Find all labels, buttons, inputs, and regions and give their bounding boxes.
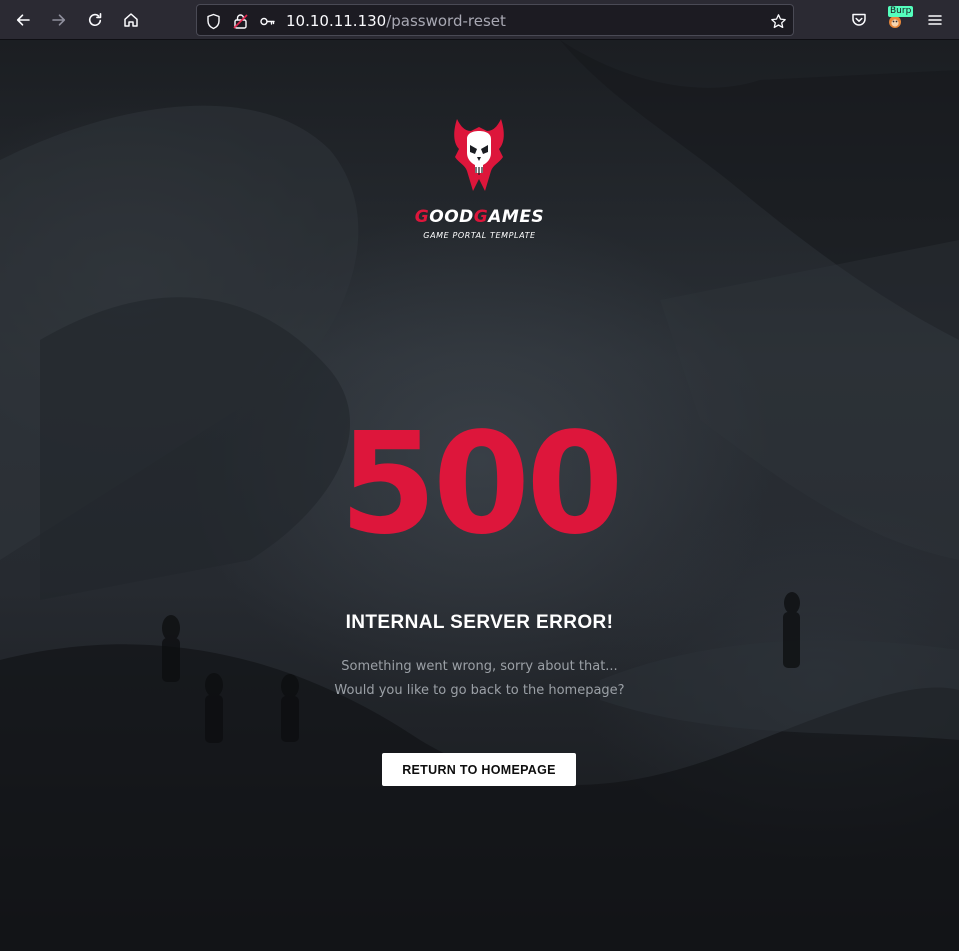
forward-button[interactable] [45, 6, 73, 34]
error-message-line-2: Would you like to go back to the homepag… [334, 683, 625, 698]
pocket-icon [852, 13, 866, 26]
arrow-right-icon [52, 14, 66, 26]
logo-initial-2: G [473, 207, 489, 227]
pocket-button[interactable] [845, 6, 873, 34]
permissions-icon[interactable] [230, 11, 250, 31]
menu-button[interactable] [921, 6, 949, 34]
bookmark-star-icon[interactable] [768, 11, 788, 31]
error-code: 500 [339, 403, 623, 566]
url-host: 10.10.11.130 [286, 12, 387, 30]
url-path: /password-reset [386, 12, 506, 30]
logo-initial-1: G [414, 207, 430, 227]
error-title: INTERNAL SERVER ERROR! [345, 612, 614, 633]
home-icon [124, 13, 138, 27]
shield-icon[interactable] [203, 11, 223, 31]
burp-badge: Burp [888, 6, 914, 17]
logo-tagline: GAME PORTAL TEMPLATE [423, 231, 536, 240]
back-button[interactable] [9, 6, 37, 34]
logo-name-1: OOD [429, 207, 474, 227]
url-text[interactable]: 10.10.11.130/password-reset [286, 11, 506, 31]
logo-wordmark: GOODGAMES [0, 206, 959, 228]
error-message-line-1: Something went wrong, sorry about that..… [341, 659, 618, 674]
reload-icon [89, 13, 102, 27]
logo-name-2: AMES [488, 207, 545, 227]
arrow-left-icon [16, 14, 30, 26]
error-page: GOODGAMES GAME PORTAL TEMPLATE 500 INTER… [0, 40, 959, 951]
browser-toolbar: 10.10.11.130/password-reset Burp [0, 0, 959, 40]
url-bar[interactable]: 10.10.11.130/password-reset [196, 4, 794, 36]
home-button[interactable] [117, 6, 145, 34]
hamburger-menu-icon [928, 15, 942, 25]
skull-logo-icon [454, 119, 504, 191]
reload-button[interactable] [81, 6, 109, 34]
key-icon[interactable] [257, 11, 277, 31]
return-to-homepage-button[interactable]: RETURN TO HOMEPAGE [382, 753, 576, 786]
